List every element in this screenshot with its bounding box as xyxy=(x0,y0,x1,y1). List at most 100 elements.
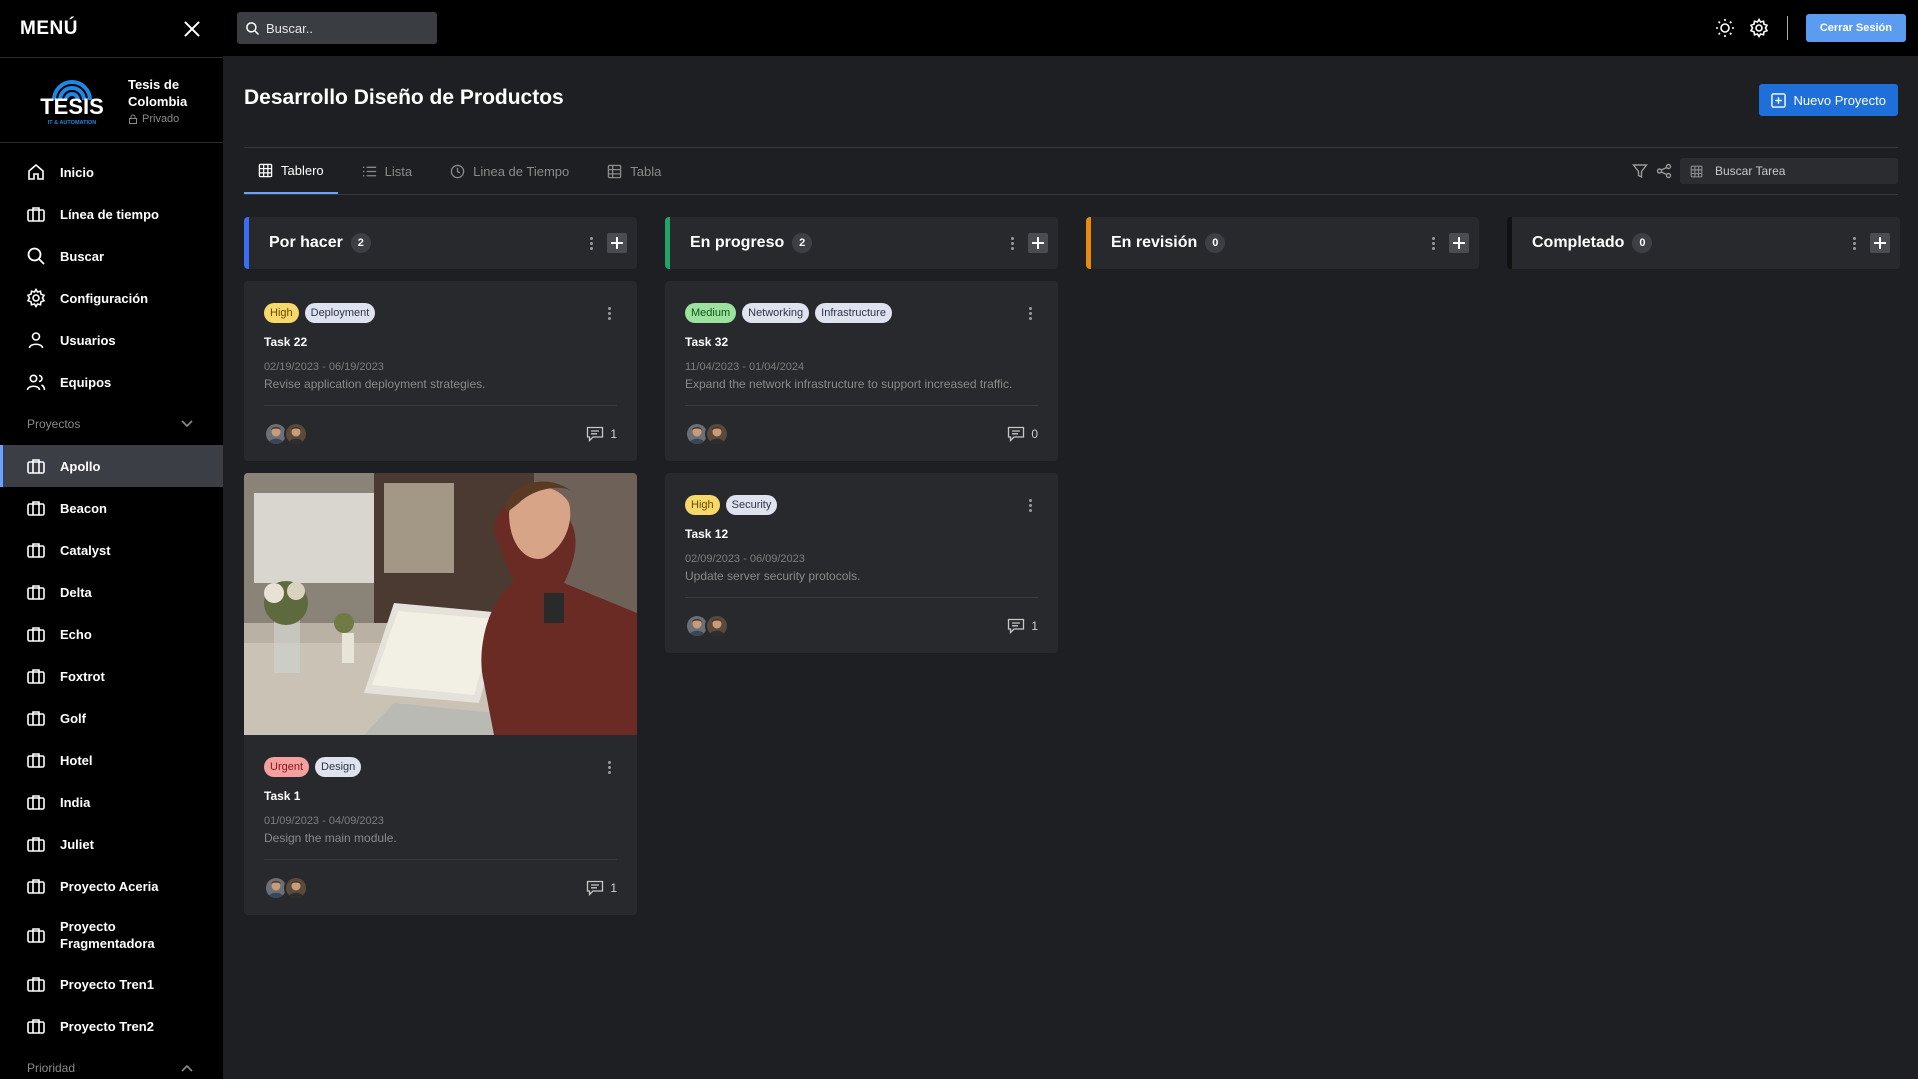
sidebar-project-item[interactable]: Proyecto Fragmentadora xyxy=(0,907,223,963)
sidebar-item-linea-de-tiempo[interactable]: Línea de tiempo xyxy=(0,193,223,235)
tag-badge: High xyxy=(685,495,720,515)
tab-linea-de-tiempo[interactable]: Linea de Tiempo xyxy=(436,148,583,194)
priority-section-toggle[interactable]: Prioridad xyxy=(0,1047,223,1079)
briefcase-icon xyxy=(27,837,45,852)
view-tabs-bar: Tablero Lista Linea de Tiempo Tabla xyxy=(244,147,1898,195)
list-icon xyxy=(362,166,376,176)
add-task-button[interactable] xyxy=(607,233,627,253)
avatar xyxy=(705,421,729,446)
column-header: En progreso 2 xyxy=(665,217,1058,269)
lock-icon xyxy=(129,114,137,124)
task-footer: 0 xyxy=(685,405,1038,461)
close-icon[interactable] xyxy=(183,20,201,38)
task-card[interactable]: High Deployment Task 22 02/19/2023 - 06/19/… xyxy=(244,281,637,461)
sidebar-project-item[interactable]: Beacon xyxy=(0,487,223,529)
task-title: Task 12 xyxy=(685,527,729,541)
column-menu-icon[interactable] xyxy=(1846,235,1862,251)
project-label: Proyecto Aceria xyxy=(60,878,159,894)
project-label: Delta xyxy=(60,584,92,600)
task-card[interactable]: Medium Networking Infrastructure Task 32 11/… xyxy=(665,281,1058,461)
gear-icon xyxy=(26,288,46,308)
tag-badge: Infrastructure xyxy=(815,303,892,323)
sidebar: MENÚ TESIS IT & AUTOMATION Tesis de Colo… xyxy=(0,0,223,1079)
projects-section-toggle[interactable]: Proyectos xyxy=(0,403,223,445)
sidebar-project-item[interactable]: Foxtrot xyxy=(0,655,223,697)
project-label: Foxtrot xyxy=(60,668,105,684)
task-dates: 02/09/2023 - 06/09/2023 xyxy=(685,553,805,565)
sidebar-project-item[interactable]: India xyxy=(0,781,223,823)
search-input[interactable] xyxy=(266,20,426,36)
briefcase-icon xyxy=(27,585,45,600)
board-column: En progreso 2 Medium Networking Infrastructu… xyxy=(665,217,1058,915)
tag-list: Urgent Design xyxy=(264,757,617,777)
comment-count[interactable]: 0 xyxy=(1007,426,1038,442)
comment-icon xyxy=(587,880,604,896)
column-menu-icon[interactable] xyxy=(583,235,599,251)
chevron-up-icon xyxy=(181,1064,193,1072)
filter-icon[interactable] xyxy=(1632,163,1648,179)
tab-tablero[interactable]: Tablero xyxy=(244,148,338,194)
tag-list: High Deployment xyxy=(264,303,617,323)
sidebar-project-item[interactable]: Echo xyxy=(0,613,223,655)
logout-button[interactable]: Cerrar Sesión xyxy=(1805,14,1906,42)
add-task-button[interactable] xyxy=(1870,233,1890,253)
project-label: Proyecto Fragmentadora xyxy=(60,919,155,951)
task-card[interactable]: Urgent Design Task 1 01/09/2023 - 04/09/202… xyxy=(244,473,637,915)
column-title: Por hacer xyxy=(269,234,343,251)
column-count-badge: 0 xyxy=(1632,233,1653,253)
sidebar-item-equipos[interactable]: Equipos xyxy=(0,361,223,403)
project-label: Golf xyxy=(60,710,86,726)
sidebar-project-item[interactable]: Juliet xyxy=(0,823,223,865)
card-menu-icon[interactable] xyxy=(601,305,617,321)
sidebar-item-configuracion[interactable]: Configuración xyxy=(0,277,223,319)
task-description: Revise application deployment strategies… xyxy=(264,377,486,391)
sun-icon[interactable] xyxy=(1715,18,1735,38)
sidebar-project-item[interactable]: Apollo xyxy=(0,445,223,487)
share-icon[interactable] xyxy=(1656,163,1672,179)
assignee-avatars xyxy=(264,875,308,900)
project-label: Proyecto Tren1 xyxy=(60,976,154,992)
tab-lista[interactable]: Lista xyxy=(348,148,426,194)
sidebar-project-item[interactable]: Proyecto Tren1 xyxy=(0,963,223,1005)
sidebar-item-inicio[interactable]: Inicio xyxy=(0,151,223,193)
add-task-button[interactable] xyxy=(1028,233,1048,253)
card-menu-icon[interactable] xyxy=(1022,305,1038,321)
column-header: En revisión 0 xyxy=(1086,217,1479,269)
new-project-button[interactable]: Nuevo Proyecto xyxy=(1758,84,1898,116)
home-icon xyxy=(28,163,44,180)
org-logo: TESIS IT & AUTOMATION xyxy=(32,72,112,128)
gear-icon[interactable] xyxy=(1749,18,1769,38)
sidebar-project-item[interactable]: Catalyst xyxy=(0,529,223,571)
main-content: Desarrollo Diseño de Productos Nuevo Pro… xyxy=(223,56,1918,1079)
task-card[interactable]: High Security Task 12 02/09/2023 - 06/09/20… xyxy=(665,473,1058,653)
organization-card: TESIS IT & AUTOMATION Tesis de Colombia … xyxy=(0,58,223,143)
sidebar-project-item[interactable]: Delta xyxy=(0,571,223,613)
project-label: Juliet xyxy=(60,836,94,852)
task-description: Update server security protocols. xyxy=(685,569,861,583)
comment-count[interactable]: 1 xyxy=(1007,618,1038,634)
sidebar-project-item[interactable]: Golf xyxy=(0,697,223,739)
avatar xyxy=(284,421,308,446)
project-label: Catalyst xyxy=(60,542,111,558)
task-search-input[interactable] xyxy=(1715,164,1885,178)
avatar xyxy=(705,613,729,638)
sidebar-item-usuarios[interactable]: Usuarios xyxy=(0,319,223,361)
card-menu-icon[interactable] xyxy=(601,759,617,775)
column-menu-icon[interactable] xyxy=(1425,235,1441,251)
briefcase-icon xyxy=(27,928,45,943)
card-menu-icon[interactable] xyxy=(1022,497,1038,513)
plus-square-icon xyxy=(1770,92,1786,108)
comment-count[interactable]: 1 xyxy=(586,426,617,442)
comment-count[interactable]: 1 xyxy=(586,880,617,896)
comment-count-value: 1 xyxy=(1031,618,1038,633)
sidebar-item-buscar[interactable]: Buscar xyxy=(0,235,223,277)
column-menu-icon[interactable] xyxy=(1004,235,1020,251)
sidebar-project-item[interactable]: Proyecto Aceria xyxy=(0,865,223,907)
briefcase-icon xyxy=(27,501,45,516)
app-root: MENÚ TESIS IT & AUTOMATION Tesis de Colo… xyxy=(0,0,1918,1079)
add-task-button[interactable] xyxy=(1449,233,1469,253)
tab-tabla[interactable]: Tabla xyxy=(593,148,675,194)
sidebar-project-item[interactable]: Hotel xyxy=(0,739,223,781)
sidebar-project-item[interactable]: Proyecto Tren2 xyxy=(0,1005,223,1047)
briefcase-icon xyxy=(27,459,45,474)
